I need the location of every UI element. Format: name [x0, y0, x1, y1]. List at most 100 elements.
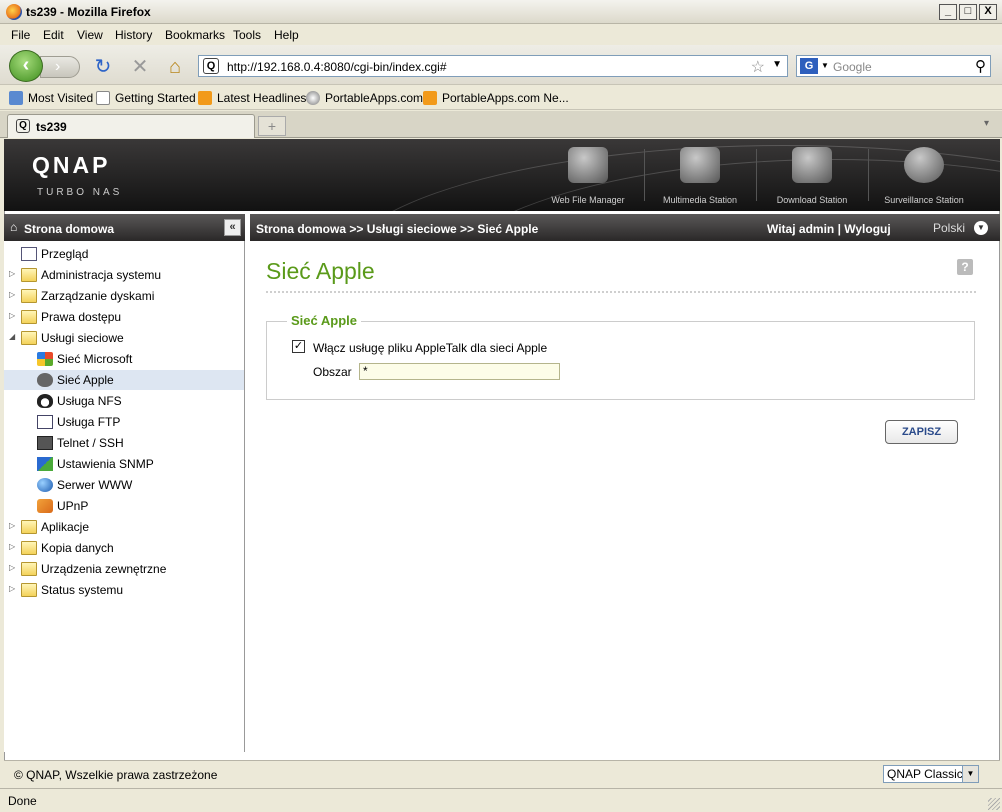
sidebar-item-sieć-apple[interactable]: Sieć Apple: [4, 370, 244, 390]
google-icon[interactable]: G: [800, 58, 818, 74]
sidebar-item-serwer-www[interactable]: Serwer WWW: [4, 475, 244, 495]
sidebar-item-ustawienia-snmp[interactable]: Ustawienia SNMP: [4, 454, 244, 474]
stop-icon[interactable]: ✕: [129, 56, 151, 78]
appletalk-checkbox-label[interactable]: Włącz usługę pliku AppleTalk dla sieci A…: [313, 341, 547, 355]
chevron-down-icon[interactable]: ▼: [962, 766, 978, 782]
bookmark-portableapps-news[interactable]: PortableApps.com Ne...: [423, 91, 569, 105]
sidebar-item-usługa-ftp[interactable]: Usługa FTP: [4, 412, 244, 432]
sidebar-item-status-systemu[interactable]: ▷ Status systemu: [4, 580, 244, 600]
menu-tools[interactable]: Tools: [233, 28, 261, 42]
back-button[interactable]: ‹: [9, 50, 43, 82]
collapsed-arrow-icon[interactable]: ▷: [9, 521, 15, 530]
language-label[interactable]: Polski: [933, 221, 965, 235]
save-button[interactable]: ZAPISZ: [885, 420, 958, 444]
sidebar-item-label: Urządzenia zewnętrzne: [41, 562, 167, 576]
url-dropdown-icon[interactable]: ▼: [772, 59, 782, 70]
menu-help[interactable]: Help: [274, 28, 299, 42]
folder-icon: [21, 583, 37, 597]
sidebar-item-kopia-danych[interactable]: ▷ Kopia danych: [4, 538, 244, 558]
sidebar-item-przegląd[interactable]: Przegląd: [4, 244, 244, 264]
sidebar-item-label: Kopia danych: [41, 541, 114, 555]
ftp-icon: [37, 415, 53, 429]
sidebar-item-sieć-microsoft[interactable]: Sieć Microsoft: [4, 349, 244, 369]
site-favicon: Q: [203, 58, 219, 74]
collapse-sidebar-button[interactable]: «: [224, 219, 241, 236]
sidebar-item-label: Aplikacje: [41, 520, 90, 534]
download-station-button[interactable]: Download Station: [756, 147, 868, 211]
bookmark-latest-headlines[interactable]: Latest Headlines: [198, 91, 306, 105]
sidebar-item-telnet-ssh[interactable]: Telnet / SSH: [4, 433, 244, 453]
surveillance-station-button[interactable]: Surveillance Station: [868, 147, 980, 211]
sidebar-item-urządzenia-zewnętrzne[interactable]: ▷ Urządzenia zewnętrzne: [4, 559, 244, 579]
menu-view[interactable]: View: [77, 28, 103, 42]
search-icon[interactable]: ⚲: [975, 57, 986, 75]
window-title: ts239 - Mozilla Firefox: [26, 5, 151, 19]
collapsed-arrow-icon[interactable]: ▷: [9, 584, 15, 593]
url-bar[interactable]: Q http://192.168.0.4:8080/cgi-bin/index.…: [198, 55, 788, 77]
sidebar-item-label: Przegląd: [41, 247, 89, 261]
theme-select[interactable]: QNAP Classic ▼: [883, 765, 979, 783]
collapsed-arrow-icon[interactable]: ▷: [9, 542, 15, 551]
search-box[interactable]: G ▼ Google ⚲: [796, 55, 991, 77]
home-icon[interactable]: ⌂: [164, 56, 186, 78]
tab-list-dropdown-icon[interactable]: ▾: [984, 118, 989, 129]
sidebar-item-aplikacje[interactable]: ▷ Aplikacje: [4, 517, 244, 537]
help-icon[interactable]: ?: [957, 259, 973, 275]
forward-button[interactable]: ›: [40, 56, 80, 78]
search-engine-dropdown-icon[interactable]: ▼: [821, 61, 829, 70]
qnap-logo: QNAP: [32, 152, 111, 178]
sidebar-item-zarządzanie-dyskami[interactable]: ▷ Zarządzanie dyskami: [4, 286, 244, 306]
appletalk-checkbox[interactable]: ✓: [292, 340, 305, 353]
rss-icon: [423, 91, 437, 105]
linux-icon: [37, 394, 53, 408]
welcome-logout-link[interactable]: Witaj admin | Wyloguj: [767, 222, 891, 236]
minimize-button[interactable]: _: [939, 4, 957, 20]
menu-bookmarks[interactable]: Bookmarks: [165, 28, 225, 42]
menu-history[interactable]: History: [115, 28, 152, 42]
sidebar-item-usługa-nfs[interactable]: Usługa NFS: [4, 391, 244, 411]
expanded-arrow-icon[interactable]: ◢: [9, 332, 15, 341]
folder-icon: [21, 268, 37, 282]
search-placeholder[interactable]: Google: [833, 60, 872, 74]
sidebar-item-label: Telnet / SSH: [57, 436, 124, 450]
section-title: Sieć Apple: [287, 313, 361, 328]
page-icon: [96, 91, 110, 105]
sidebar-item-prawa-dostępu[interactable]: ▷ Prawa dostępu: [4, 307, 244, 327]
bookmark-portableapps[interactable]: PortableApps.com: [306, 91, 423, 105]
collapsed-arrow-icon[interactable]: ▷: [9, 290, 15, 299]
menu-edit[interactable]: Edit: [43, 28, 64, 42]
sidebar-item-label: Ustawienia SNMP: [57, 457, 154, 471]
navigation-toolbar: › ‹ ↻ ✕ ⌂ Q http://192.168.0.4:8080/cgi-…: [0, 45, 1002, 85]
close-button[interactable]: X: [979, 4, 997, 20]
menu-bar: File Edit View History Bookmarks Tools H…: [0, 25, 1002, 45]
collapsed-arrow-icon[interactable]: ▷: [9, 311, 15, 320]
web-file-manager-icon: [568, 147, 608, 183]
menu-file[interactable]: File: [11, 28, 30, 42]
sidebar-item-label: Usługa FTP: [57, 415, 121, 429]
multimedia-station-icon: [680, 147, 720, 183]
bookmark-star-icon[interactable]: ☆: [751, 57, 765, 77]
resize-grip[interactable]: [988, 798, 1000, 810]
download-station-icon: [792, 147, 832, 183]
sidebar-item-label: Status systemu: [41, 583, 124, 597]
zone-input[interactable]: *: [359, 363, 560, 380]
maximize-button[interactable]: □: [959, 4, 977, 20]
sidebar-item-upnp[interactable]: UPnP: [4, 496, 244, 516]
language-dropdown-icon[interactable]: ▼: [974, 221, 988, 235]
new-tab-button[interactable]: +: [258, 116, 286, 136]
collapsed-arrow-icon[interactable]: ▷: [9, 269, 15, 278]
multimedia-station-button[interactable]: Multimedia Station: [644, 147, 756, 211]
overview-icon: [21, 247, 37, 261]
web-file-manager-button[interactable]: Web File Manager: [532, 147, 644, 211]
zone-label: Obszar: [313, 365, 352, 379]
collapsed-arrow-icon[interactable]: ▷: [9, 563, 15, 572]
url-text[interactable]: http://192.168.0.4:8080/cgi-bin/index.cg…: [227, 60, 447, 74]
sidebar-item-administracja-systemu[interactable]: ▷ Administracja systemu: [4, 265, 244, 285]
bookmark-most-visited[interactable]: Most Visited: [9, 91, 93, 105]
bookmark-getting-started[interactable]: Getting Started: [96, 91, 196, 105]
tab-label: ts239: [36, 120, 67, 134]
folder-icon: [21, 310, 37, 324]
reload-icon[interactable]: ↻: [92, 56, 114, 78]
sidebar-item-usługi-sieciowe[interactable]: ◢ Usługi sieciowe: [4, 328, 244, 348]
tab-ts239[interactable]: Q ts239: [7, 114, 255, 138]
